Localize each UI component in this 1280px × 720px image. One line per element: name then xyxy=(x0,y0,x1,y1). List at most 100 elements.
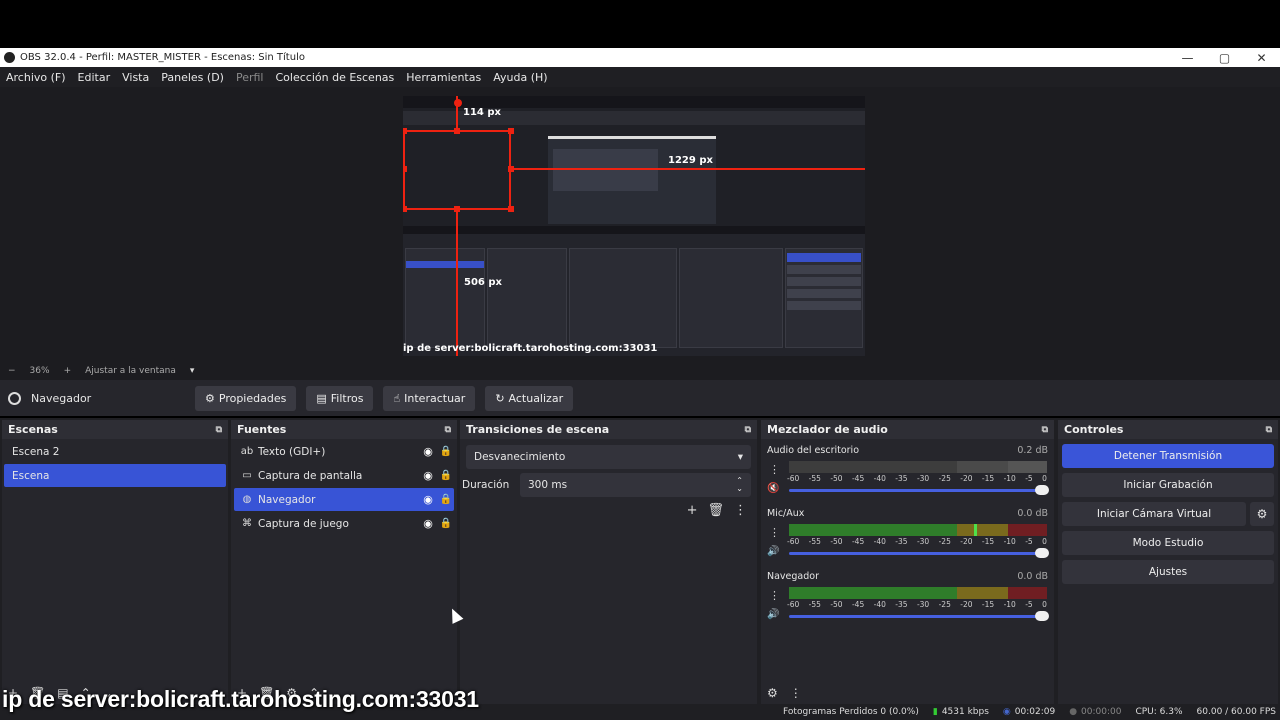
undock-icon[interactable]: ⧉ xyxy=(1042,425,1048,435)
transition-select[interactable]: Desvanecimiento ▾ xyxy=(466,445,751,469)
source-item[interactable]: ⌘ Captura de juego ◉ 🔒 xyxy=(234,512,454,535)
preview-mini-btn-3 xyxy=(787,289,861,298)
preview-mini-sources xyxy=(487,248,567,348)
eye-icon[interactable]: ◉ xyxy=(418,469,438,482)
undock-icon[interactable]: ⧉ xyxy=(1266,425,1272,435)
resize-handle[interactable] xyxy=(508,128,514,134)
undock-icon[interactable]: ⧉ xyxy=(745,425,751,435)
menu-view[interactable]: Vista xyxy=(122,71,149,84)
menu-docks[interactable]: Paneles (D) xyxy=(161,71,224,84)
start-virtual-camera-button[interactable]: Iniciar Cámara Virtual xyxy=(1062,502,1246,526)
minimize-button[interactable]: — xyxy=(1169,51,1206,65)
start-recording-button[interactable]: Iniciar Grabación xyxy=(1062,473,1274,497)
eye-icon[interactable]: ◉ xyxy=(418,517,438,530)
resize-handle[interactable] xyxy=(454,206,460,212)
speaker-muted-icon[interactable]: 🔇 xyxy=(767,483,779,494)
source-item[interactable]: ab Texto (GDI+) ◉ 🔒 xyxy=(234,440,454,463)
guide-line-right xyxy=(511,168,865,170)
interact-label: Interactuar xyxy=(404,391,466,405)
scene-item[interactable]: Escena 2 xyxy=(4,440,226,463)
speaker-icon[interactable]: 🔊 xyxy=(767,546,779,557)
menu-help[interactable]: Ayuda (H) xyxy=(493,71,547,84)
zoom-dropdown-icon[interactable]: ▾ xyxy=(190,366,195,376)
eye-icon[interactable]: ◉ xyxy=(418,445,438,458)
menu-edit[interactable]: Editar xyxy=(78,71,111,84)
guide-line-bottom xyxy=(456,210,458,356)
menu-tools[interactable]: Herramientas xyxy=(406,71,481,84)
duration-row: Duración 300 ms ⌃ ⌄ xyxy=(460,473,751,497)
meter-ticks: -60 -55 -50 -45 -40 -35 -30 -25 -20 -15 -10 -5 0 xyxy=(787,600,1047,609)
lock-icon[interactable]: 🔒 xyxy=(438,518,454,529)
menu-file[interactable]: Archivo (F) xyxy=(6,71,66,84)
stream-icon: ◉ xyxy=(1002,707,1011,717)
properties-button[interactable]: ⚙ Propiedades xyxy=(195,385,297,411)
resize-handle[interactable] xyxy=(403,166,407,172)
add-icon[interactable]: + xyxy=(687,503,698,518)
resize-handle[interactable] xyxy=(403,206,407,212)
interact-button[interactable]: ☝ Interactuar xyxy=(383,385,476,411)
slider-knob[interactable] xyxy=(1035,611,1049,621)
resize-handle[interactable] xyxy=(508,166,514,172)
controls-dock: Controles ⧉ Detener Transmisión Iniciar … xyxy=(1058,420,1278,704)
kebab-menu-icon[interactable]: ⋮ xyxy=(769,463,780,476)
program-preview[interactable]: 114 px 1229 px 506 px ip de server:bolic… xyxy=(403,96,865,356)
virtual-camera-row: Iniciar Cámara Virtual ⚙ xyxy=(1062,502,1274,526)
fit-to-window-label[interactable]: Ajustar a la ventana xyxy=(85,366,176,376)
stop-streaming-button[interactable]: Detener Transmisión xyxy=(1062,444,1274,468)
preview-mini-btn-1 xyxy=(787,265,861,274)
refresh-label: Actualizar xyxy=(508,391,564,405)
studio-mode-button[interactable]: Modo Estudio xyxy=(1062,531,1274,555)
volume-slider[interactable] xyxy=(789,485,1049,495)
black-bar xyxy=(0,0,1280,48)
bitrate: 4531 kbps xyxy=(941,707,989,717)
spin-arrows-icon[interactable]: ⌃ ⌄ xyxy=(736,477,743,493)
kebab-menu-icon[interactable]: ⋮ xyxy=(769,526,780,539)
gear-icon[interactable]: ⚙ xyxy=(1250,502,1274,526)
source-item[interactable]: ▭ Captura de pantalla ◉ 🔒 xyxy=(234,464,454,487)
channel-db: 0.0 dB xyxy=(1017,508,1048,519)
close-button[interactable]: ✕ xyxy=(1243,51,1280,65)
slider-knob[interactable] xyxy=(1035,485,1049,495)
source-item[interactable]: ◍ Navegador ◉ 🔒 xyxy=(234,488,454,511)
advanced-audio-icon[interactable]: ⚙ xyxy=(767,686,778,700)
resize-handle[interactable] xyxy=(454,128,460,134)
resize-handle[interactable] xyxy=(403,128,407,134)
speaker-icon[interactable]: 🔊 xyxy=(767,609,779,620)
menu-bar: Archivo (F) Editar Vista Paneles (D) Per… xyxy=(0,67,1280,87)
text-icon: ab xyxy=(240,446,254,457)
window-titlebar: OBS 32.0.4 - Perfil: MASTER_MISTER - Esc… xyxy=(0,48,1280,67)
rotation-handle[interactable] xyxy=(454,99,462,107)
menu-scene-collection[interactable]: Colección de Escenas xyxy=(276,71,395,84)
slider-knob[interactable] xyxy=(1035,548,1049,558)
duration-spinbox[interactable]: 300 ms ⌃ ⌄ xyxy=(520,473,751,497)
lock-icon[interactable]: 🔒 xyxy=(438,446,454,457)
zoom-in-button[interactable]: + xyxy=(64,366,72,376)
selection-box[interactable] xyxy=(403,130,511,210)
resize-handle[interactable] xyxy=(508,206,514,212)
source-name: Texto (GDI+) xyxy=(258,445,326,458)
menu-profile[interactable]: Perfil xyxy=(236,71,264,84)
scene-item[interactable]: Escena xyxy=(4,464,226,487)
undock-icon[interactable]: ⧉ xyxy=(445,425,451,435)
filters-button[interactable]: ▤ Filtros xyxy=(306,385,374,411)
preview-nested-inner xyxy=(553,149,658,191)
globe-icon: ◍ xyxy=(242,494,252,505)
maximize-button[interactable]: ▢ xyxy=(1206,51,1243,65)
kebab-menu-icon[interactable]: ⋮ xyxy=(790,686,802,700)
trash-icon[interactable]: 🗑 xyxy=(707,503,724,518)
source-name: Navegador xyxy=(258,493,316,506)
volume-slider[interactable] xyxy=(789,548,1049,558)
lock-icon[interactable]: 🔒 xyxy=(438,470,454,481)
refresh-button[interactable]: ↻ Actualizar xyxy=(485,385,574,411)
preview-mini-transitions xyxy=(569,248,677,348)
eye-icon[interactable]: ◉ xyxy=(418,493,438,506)
lock-icon[interactable]: 🔒 xyxy=(438,494,454,505)
settings-button[interactable]: Ajustes xyxy=(1062,560,1274,584)
kebab-menu-icon[interactable]: ⋮ xyxy=(769,589,780,602)
volume-slider[interactable] xyxy=(789,611,1049,621)
preview-mini-mixer xyxy=(679,248,783,348)
undock-icon[interactable]: ⧉ xyxy=(216,425,222,435)
transitions-title: Transiciones de escena xyxy=(466,423,610,436)
zoom-out-button[interactable]: − xyxy=(8,366,16,376)
kebab-menu-icon[interactable]: ⋮ xyxy=(734,503,747,518)
